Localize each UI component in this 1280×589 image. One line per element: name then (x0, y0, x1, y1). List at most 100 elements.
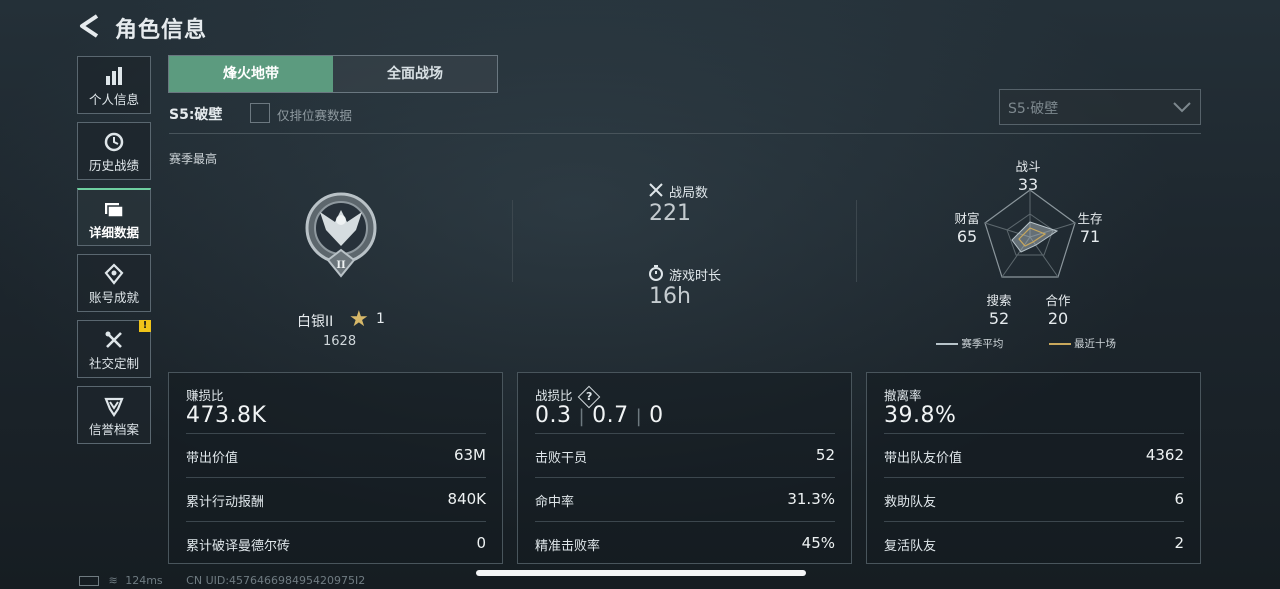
row-value: 4362 (1145, 446, 1184, 464)
bar-chart-icon (106, 67, 122, 85)
season-label: S5:破壁 (169, 107, 223, 123)
card-title: 赚损比 (186, 388, 224, 403)
alert-badge: ! (139, 320, 151, 332)
radar-value: 33 (1017, 175, 1039, 194)
mode-tabs: 烽火地带 全面战场 (168, 55, 498, 93)
radar-label: 合作 (1045, 293, 1071, 308)
list-item: 带出价值 63M (186, 433, 486, 477)
row-label: 救助队友 (884, 495, 937, 510)
list-item: 命中率 31.3% (535, 477, 835, 521)
tools-icon (105, 331, 122, 348)
list-item: 累计破译曼德尔砖 0 (186, 521, 486, 565)
uid-text: CN UID:457646698495420975I2 (186, 574, 366, 587)
sidebar-item-label: 个人信息 (88, 92, 139, 107)
radar-label: 战斗 (1015, 159, 1041, 174)
radar-value: 52 (988, 309, 1010, 328)
ranked-only-label: 仅排位赛数据 (277, 108, 353, 123)
sidebar-item-label: 社交定制 (88, 356, 139, 371)
rank-stars: 1 (376, 311, 385, 327)
row-value: 45% (801, 534, 835, 552)
folder-icon (105, 203, 124, 218)
season-best-label: 赛季最高 (169, 152, 218, 166)
chevron-down-icon (1173, 102, 1191, 113)
sidebar-item-label: 详细数据 (88, 225, 139, 240)
sidebar: 个人信息 历史战绩 详细数据 账号成就 ! 社交定制 信誉档案 (77, 56, 153, 452)
crossed-swords-icon (649, 183, 663, 197)
playtime-value: 16h (649, 284, 691, 309)
status-bar: ≋ 124ms CN UID:457646698495420975I2 (79, 574, 365, 587)
tier-numeral: II (336, 260, 346, 271)
divider (512, 200, 513, 282)
sidebar-item-profile[interactable]: 个人信息 (77, 56, 151, 114)
row-label: 累计破译曼德尔砖 (186, 539, 291, 554)
radar-chart (984, 189, 1076, 278)
row-value: 31.3% (787, 490, 835, 508)
card-value: 473.8K (186, 403, 267, 428)
tab-full-battlefield[interactable]: 全面战场 (333, 56, 497, 92)
sidebar-item-history[interactable]: 历史战绩 (77, 122, 151, 180)
ping-value: 124ms (125, 574, 163, 587)
sidebar-item-reputation[interactable]: 信誉档案 (77, 386, 151, 444)
radar-legend: 赛季平均 最近十场 (936, 336, 1116, 351)
radar-value: 71 (1079, 227, 1101, 246)
kd-card: 战损比 ? 0.3 | 0.7 | 0 击败干员 52 命中率 31.3% 精准击败率 45% (517, 372, 852, 564)
row-value: 0 (476, 534, 486, 552)
sidebar-item-label: 信誉档案 (88, 422, 139, 437)
list-item: 带出队友价值 4362 (884, 433, 1184, 477)
radar-label: 搜索 (986, 293, 1012, 308)
divider (856, 200, 857, 282)
card-title-text: 战损比 (535, 388, 573, 403)
legend-recent: 最近十场 (1074, 338, 1117, 350)
kd-value: 0.3 (535, 403, 572, 428)
card-value: 39.8% (884, 403, 957, 428)
list-item: 击败干员 52 (535, 433, 835, 477)
list-item: 复活队友 2 (884, 521, 1184, 565)
page-title: 角色信息 (115, 18, 208, 43)
history-clock-icon (104, 132, 124, 152)
achievement-icon (104, 263, 124, 285)
row-value: 6 (1174, 490, 1184, 508)
sidebar-item-social[interactable]: ! 社交定制 (77, 320, 151, 378)
radar-value: 65 (956, 227, 978, 246)
matches-label: 战局数 (669, 186, 709, 201)
list-item: 精准击败率 45% (535, 521, 835, 565)
ranked-only-checkbox[interactable] (250, 103, 270, 123)
list-item: 累计行动报酬 840K (186, 477, 486, 521)
row-value: 840K (447, 490, 486, 508)
card-title: 撤离率 (884, 388, 922, 403)
battery-icon (79, 576, 99, 586)
divider (169, 133, 1201, 134)
home-indicator[interactable] (476, 570, 806, 576)
kd-value: 0.7 (592, 403, 629, 428)
row-label: 复活队友 (884, 539, 937, 554)
sidebar-item-details[interactable]: 详细数据 (77, 188, 151, 246)
rank-badge-icon: II (305, 192, 377, 278)
row-label: 累计行动报酬 (186, 495, 265, 510)
rank-name: 白银II (297, 314, 334, 330)
rank-score: 1628 (323, 334, 357, 349)
back-arrow-icon[interactable] (79, 14, 101, 38)
row-label: 击败干员 (535, 451, 588, 466)
profit-loss-card: 赚损比 473.8K 带出价值 63M 累计行动报酬 840K 累计破译曼德尔砖 0 (168, 372, 503, 564)
card-title: 战损比 ? (535, 385, 600, 408)
row-label: 带出价值 (186, 451, 239, 466)
divider: | (635, 406, 643, 427)
wifi-icon: ≋ (108, 574, 118, 587)
row-value: 63M (453, 446, 486, 464)
sidebar-item-achievements[interactable]: 账号成就 (77, 254, 151, 312)
row-value: 52 (815, 446, 835, 464)
row-label: 精准击败率 (535, 539, 601, 554)
row-label: 命中率 (535, 495, 575, 510)
sidebar-item-label: 历史战绩 (88, 158, 139, 173)
tab-firezone[interactable]: 烽火地带 (169, 56, 333, 92)
row-label: 带出队友价值 (884, 451, 963, 466)
radar-label: 财富 (954, 211, 980, 226)
playtime-label: 游戏时长 (669, 269, 722, 284)
list-item: 救助队友 6 (884, 477, 1184, 521)
season-select-value: S5·破壁 (1008, 101, 1059, 117)
kd-value: 0 (649, 403, 664, 428)
season-select[interactable]: S5·破壁 (999, 89, 1201, 125)
divider: | (578, 406, 586, 427)
legend-season-avg: 赛季平均 (961, 338, 1004, 350)
radar-label: 生存 (1077, 211, 1103, 226)
